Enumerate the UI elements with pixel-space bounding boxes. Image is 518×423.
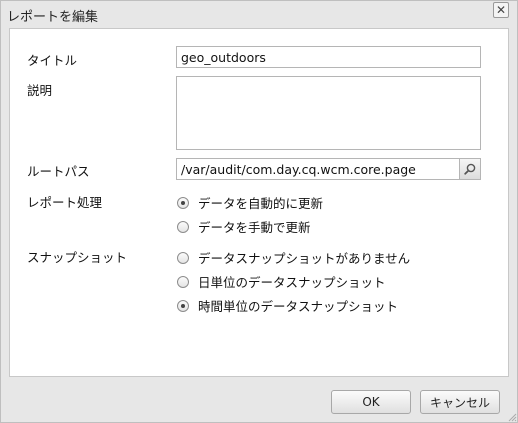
radio-processing-auto[interactable] — [177, 196, 189, 209]
processing-option-auto[interactable]: データを自動的に更新 — [177, 193, 323, 212]
radio-processing-manual[interactable] — [177, 220, 189, 233]
close-button[interactable]: ✕ — [493, 2, 509, 18]
resize-grip-icon[interactable] — [507, 412, 517, 422]
search-icon — [464, 163, 476, 175]
radio-label: 時間単位のデータスナップショット — [198, 299, 399, 314]
radio-label: データを手動で更新 — [198, 220, 311, 235]
title-label: タイトル — [27, 53, 78, 68]
rootpath-label: ルートパス — [27, 164, 90, 179]
dialog-title: レポートを編集 — [7, 10, 99, 25]
snapshots-label: スナップショット — [27, 250, 128, 265]
dialog-titlebar[interactable]: レポートを編集 ✕ — [1, 1, 517, 27]
close-icon: ✕ — [495, 3, 507, 17]
description-textarea[interactable] — [176, 76, 481, 150]
ok-button[interactable]: OK — [331, 390, 411, 414]
form-panel: タイトル 説明 ルートパス レポート処理 データを自動的に更新 データを手動で更… — [9, 28, 509, 377]
radio-label: データスナップショットがありません — [198, 251, 411, 266]
cancel-button[interactable]: キャンセル — [420, 390, 500, 414]
title-input[interactable] — [176, 46, 481, 68]
rootpath-search-button[interactable] — [459, 158, 481, 180]
radio-label: データを自動的に更新 — [198, 196, 324, 211]
radio-snapshot-hourly[interactable] — [177, 299, 189, 312]
rootpath-input[interactable] — [176, 158, 460, 180]
radio-label: 日単位のデータスナップショット — [198, 275, 386, 290]
snapshot-option-none[interactable]: データスナップショットがありません — [177, 248, 410, 267]
radio-snapshot-daily[interactable] — [177, 275, 189, 288]
processing-label: レポート処理 — [27, 195, 103, 210]
processing-option-manual[interactable]: データを手動で更新 — [177, 217, 311, 236]
edit-report-dialog: レポートを編集 ✕ タイトル 説明 ルートパス レポート処理 データを自動的に更… — [0, 0, 518, 423]
description-label: 説明 — [27, 83, 53, 98]
snapshot-option-daily[interactable]: 日単位のデータスナップショット — [177, 272, 386, 291]
snapshot-option-hourly[interactable]: 時間単位のデータスナップショット — [177, 296, 398, 315]
radio-snapshot-none[interactable] — [177, 251, 189, 264]
